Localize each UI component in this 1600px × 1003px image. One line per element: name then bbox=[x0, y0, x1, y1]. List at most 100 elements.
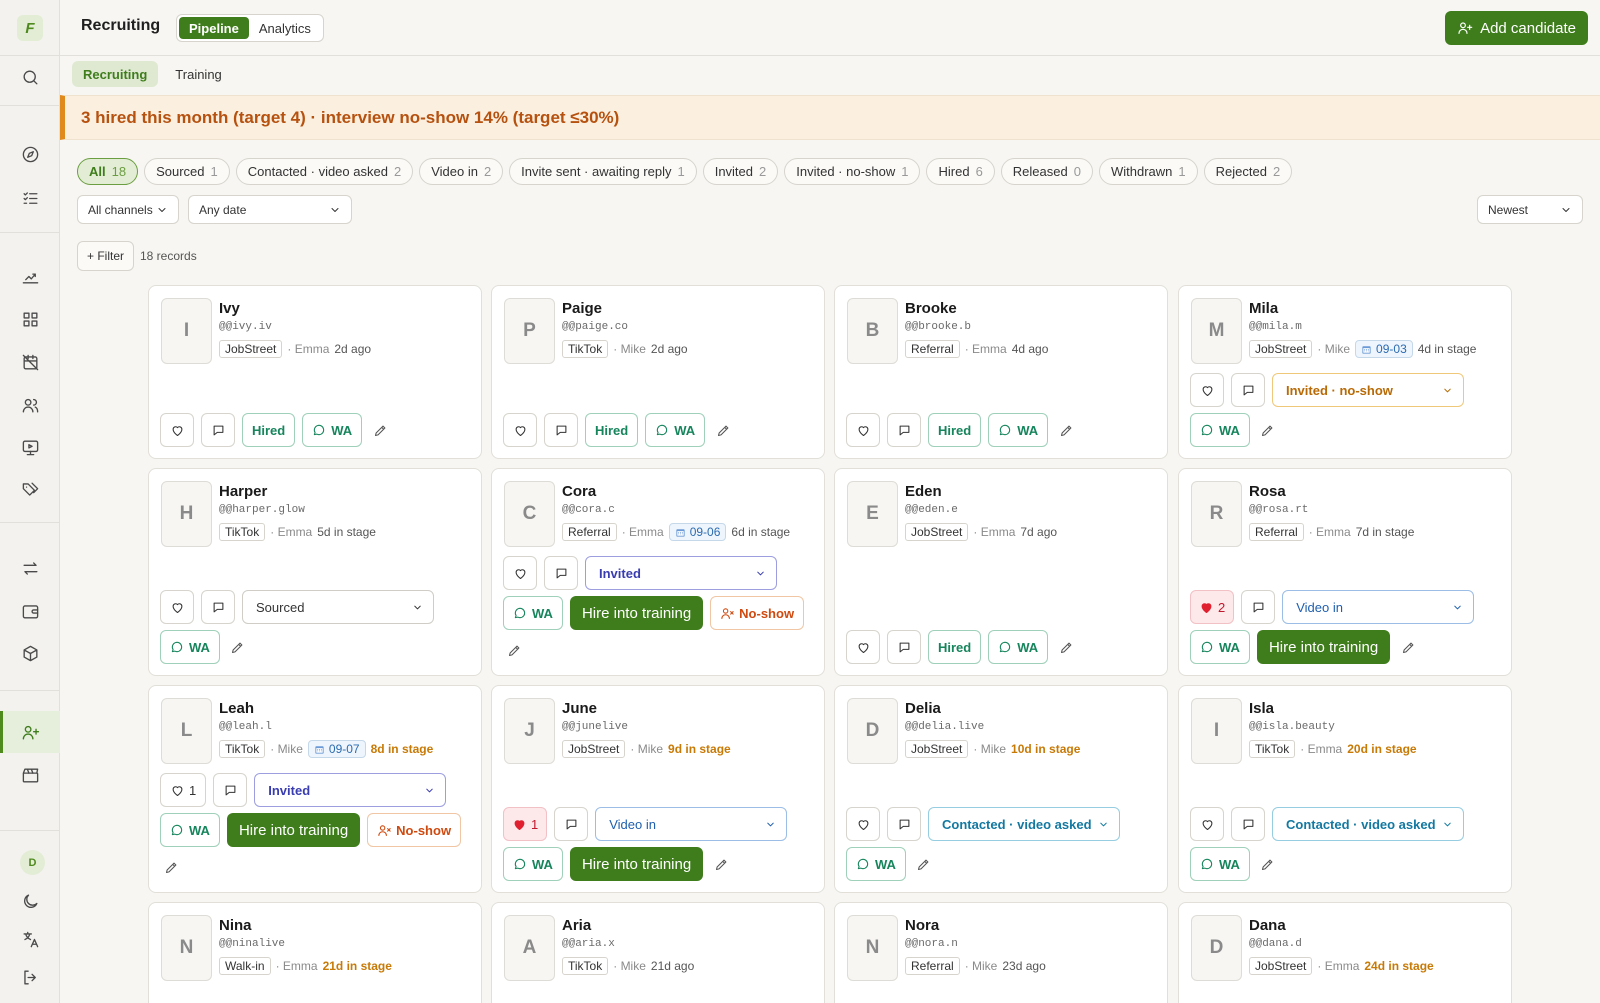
like-button[interactable]: 2 bbox=[1190, 590, 1235, 624]
candidate-name[interactable]: Cora bbox=[562, 483, 596, 500]
hire-into-training-button[interactable]: Hire into training bbox=[569, 596, 704, 630]
status-chip[interactable]: Contacted · video asked 2 bbox=[235, 158, 414, 185]
whatsapp-button[interactable]: WA bbox=[302, 413, 363, 447]
subtab-training[interactable]: Training bbox=[164, 61, 232, 87]
edit-button[interactable] bbox=[160, 850, 182, 884]
candidate-card[interactable]: D Delia @@delia.live JobStreet · Mike 10d in … bbox=[834, 685, 1168, 893]
edit-button[interactable] bbox=[503, 633, 525, 667]
channel-select[interactable]: All channels bbox=[77, 195, 179, 224]
comment-button[interactable] bbox=[554, 807, 589, 841]
swap-icon[interactable] bbox=[17, 555, 43, 581]
user-plus-icon[interactable] bbox=[17, 719, 43, 745]
candidate-name[interactable]: Aria bbox=[562, 917, 591, 934]
whatsapp-button[interactable]: WA bbox=[846, 847, 906, 881]
edit-button[interactable] bbox=[1257, 413, 1279, 447]
status-chip[interactable]: Rejected 2 bbox=[1203, 158, 1293, 185]
candidate-name[interactable]: Delia bbox=[905, 700, 941, 717]
candidate-card[interactable]: N Nina @@ninalive Walk-in · Emma 21d in stage bbox=[148, 902, 482, 1003]
stage-select[interactable]: Video in bbox=[595, 807, 788, 841]
like-button[interactable] bbox=[846, 807, 880, 841]
comment-button[interactable] bbox=[887, 413, 921, 447]
edit-button[interactable] bbox=[1055, 630, 1077, 664]
add-candidate-button[interactable]: Add candidate bbox=[1445, 11, 1588, 45]
like-button[interactable] bbox=[160, 413, 194, 447]
whatsapp-button[interactable]: WA bbox=[160, 630, 220, 664]
tags-icon[interactable] bbox=[17, 476, 43, 502]
like-button[interactable] bbox=[1190, 807, 1224, 841]
like-button[interactable] bbox=[503, 413, 537, 447]
edit-button[interactable] bbox=[710, 847, 732, 881]
candidate-card[interactable]: L Leah @@leah.l TikTok · Mike 09-07 8d in stag… bbox=[148, 685, 482, 893]
hire-into-training-button[interactable]: Hire into training bbox=[226, 813, 361, 847]
app-logo[interactable]: F bbox=[17, 15, 43, 41]
candidate-name[interactable]: Mila bbox=[1249, 300, 1278, 317]
date-select[interactable]: Any date bbox=[188, 195, 352, 224]
candidate-card[interactable]: D Dana @@dana.d JobStreet · Emma 24d in stage bbox=[1178, 902, 1512, 1003]
status-chip[interactable]: Invited · no-show 1 bbox=[784, 158, 921, 185]
whatsapp-button[interactable]: WA bbox=[160, 813, 220, 847]
status-chip[interactable]: Withdrawn 1 bbox=[1098, 158, 1198, 185]
growth-icon[interactable] bbox=[17, 263, 43, 289]
whatsapp-button[interactable]: WA bbox=[1190, 847, 1250, 881]
whatsapp-button[interactable]: WA bbox=[503, 596, 563, 630]
whatsapp-button[interactable]: WA bbox=[988, 630, 1049, 664]
comment-button[interactable] bbox=[887, 630, 921, 664]
stage-select[interactable]: Contacted · video asked bbox=[1272, 807, 1464, 841]
sort-select[interactable]: Newest bbox=[1477, 195, 1583, 224]
box-icon[interactable] bbox=[17, 640, 43, 666]
status-chip[interactable]: Released 0 bbox=[1000, 158, 1093, 185]
like-button[interactable] bbox=[1190, 373, 1224, 407]
compass-icon[interactable] bbox=[17, 141, 43, 167]
like-button[interactable] bbox=[846, 413, 880, 447]
comment-button[interactable] bbox=[201, 590, 235, 624]
comment-button[interactable] bbox=[1231, 373, 1265, 407]
status-chip[interactable]: Invite sent · awaiting reply 1 bbox=[509, 158, 697, 185]
candidate-name[interactable]: Harper bbox=[219, 483, 267, 500]
logout-icon[interactable] bbox=[17, 964, 43, 990]
candidate-card[interactable]: J June @@junelive JobStreet · Mike 9d in stag… bbox=[491, 685, 825, 893]
like-button[interactable] bbox=[160, 590, 194, 624]
like-button[interactable] bbox=[503, 556, 537, 590]
subtab-recruiting[interactable]: Recruiting bbox=[72, 61, 159, 87]
candidate-name[interactable]: June bbox=[562, 700, 597, 717]
comment-button[interactable] bbox=[213, 773, 248, 807]
no-show-button[interactable]: No-show bbox=[710, 596, 805, 630]
users-icon[interactable] bbox=[17, 392, 43, 418]
like-button[interactable]: 1 bbox=[503, 807, 548, 841]
clapperboard-icon[interactable] bbox=[17, 762, 43, 788]
whatsapp-button[interactable]: WA bbox=[1190, 413, 1250, 447]
comment-button[interactable] bbox=[544, 413, 578, 447]
candidate-name[interactable]: Leah bbox=[219, 700, 254, 717]
whatsapp-button[interactable]: WA bbox=[1190, 630, 1250, 664]
moon-icon[interactable] bbox=[17, 888, 43, 914]
candidate-name[interactable]: Eden bbox=[905, 483, 942, 500]
status-chip[interactable]: All 18 bbox=[77, 158, 139, 185]
whatsapp-button[interactable]: WA bbox=[645, 413, 706, 447]
checklist-icon[interactable] bbox=[17, 185, 43, 211]
stage-select[interactable]: Invited · no-show bbox=[1272, 373, 1464, 407]
candidate-name[interactable]: Paige bbox=[562, 300, 602, 317]
add-filter-button[interactable]: + Filter bbox=[77, 241, 135, 271]
candidate-card[interactable]: M Mila @@mila.m JobStreet · Mike 09-03 4d in s… bbox=[1178, 285, 1512, 459]
hire-into-training-button[interactable]: Hire into training bbox=[1256, 630, 1391, 664]
candidate-card[interactable]: E Eden @@eden.e JobStreet · Emma 7d ago Hired W… bbox=[834, 468, 1168, 676]
view-tab-analytics[interactable]: Analytics bbox=[249, 17, 321, 39]
whatsapp-button[interactable]: WA bbox=[503, 847, 563, 881]
status-chip[interactable]: Video in 2 bbox=[419, 158, 504, 185]
stage-select[interactable]: Invited bbox=[585, 556, 777, 590]
candidate-card[interactable]: I Ivy @@ivy.iv JobStreet · Emma 2d ago Hired WA bbox=[148, 285, 482, 459]
edit-button[interactable] bbox=[227, 630, 249, 664]
no-show-button[interactable]: No-show bbox=[367, 813, 462, 847]
like-button[interactable]: 1 bbox=[160, 773, 207, 807]
monitor-icon[interactable] bbox=[17, 434, 43, 460]
wallet-icon[interactable] bbox=[17, 598, 43, 624]
candidate-card[interactable]: H Harper @@harper.glow TikTok · Emma 5d in st… bbox=[148, 468, 482, 676]
edit-button[interactable] bbox=[1055, 413, 1077, 447]
language-icon[interactable] bbox=[17, 926, 43, 952]
candidate-card[interactable]: P Paige @@paige.co TikTok · Mike 2d ago Hired W… bbox=[491, 285, 825, 459]
edit-button[interactable] bbox=[1257, 847, 1279, 881]
comment-button[interactable] bbox=[544, 556, 578, 590]
search-icon[interactable] bbox=[17, 64, 43, 90]
candidate-card[interactable]: I Isla @@isla.beauty TikTok · Emma 20d in sta… bbox=[1178, 685, 1512, 893]
grid-icon[interactable] bbox=[17, 306, 43, 332]
